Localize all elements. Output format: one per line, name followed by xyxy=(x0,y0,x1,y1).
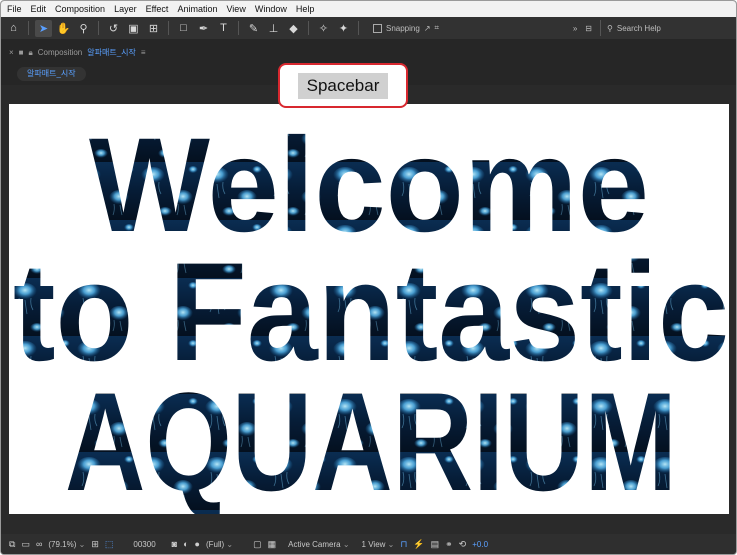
show-channel-icon[interactable]: ● xyxy=(195,539,200,549)
camera-view-dropdown[interactable]: Active Camera xyxy=(288,540,349,549)
fast-previews-icon[interactable]: ⚡ xyxy=(413,539,424,550)
viewer-control-bar: ⧉ ▭ ∞ (79.1%) ⊞ ⬚ 00300 ◙ ◐ ● (Full) ▢ ▦… xyxy=(1,534,736,554)
panel-menu-icon[interactable]: ≡ xyxy=(141,48,146,57)
eraser-tool-icon[interactable]: ◆ xyxy=(285,20,302,37)
menu-animation[interactable]: Animation xyxy=(177,1,217,17)
snap-edges-icon[interactable]: ↗ xyxy=(424,24,431,33)
tools-bar: ⌂ ➤ ✋ ⚲ ↺ ▣ ⊞ □ ✒ T ✎ ⊥ ◆ ✧ ✦ Snapping ↗… xyxy=(1,17,736,39)
panel-type-label: Composition xyxy=(37,48,83,57)
divider xyxy=(28,21,29,35)
spacebar-key-label: Spacebar xyxy=(297,72,389,99)
toggle-pixel-aspect-icon[interactable]: ⊓ xyxy=(400,539,407,550)
flowchart-icon[interactable]: ⚭ xyxy=(445,539,453,550)
search-help-field[interactable]: ⚲ Search Help xyxy=(600,20,730,36)
type-tool-icon[interactable]: T xyxy=(215,20,232,37)
expand-workspaces-icon[interactable]: » xyxy=(573,24,577,33)
lock-icon[interactable]: 🔒︎ xyxy=(29,48,33,58)
snap-features-icon[interactable]: ⌗ xyxy=(435,23,440,33)
menu-edit[interactable]: Edit xyxy=(31,1,47,17)
panel-color-icon: ■ xyxy=(18,48,24,57)
menu-layer[interactable]: Layer xyxy=(114,1,137,17)
headline: Welcome to Fantastic AQUARIUM xyxy=(13,111,729,514)
camera-tool-icon[interactable]: ▣ xyxy=(125,20,142,37)
snapping-toggle[interactable]: Snapping ↗ ⌗ xyxy=(373,23,439,33)
brush-tool-icon[interactable]: ✎ xyxy=(245,20,262,37)
clone-stamp-tool-icon[interactable]: ⊥ xyxy=(265,20,282,37)
headline-line-aquarium: AQUARIUM xyxy=(65,363,677,514)
snapshot-camera-icon[interactable]: ◙ xyxy=(172,539,177,549)
workspace-icon[interactable]: ⊟ xyxy=(585,24,592,33)
composition-viewer[interactable]: Welcome to Fantastic AQUARIUM xyxy=(9,104,729,514)
show-snapshot-icon[interactable]: ◐ xyxy=(183,539,188,549)
menu-effect[interactable]: Effect xyxy=(146,1,169,17)
menu-bar: File Edit Composition Layer Effect Anima… xyxy=(1,1,736,17)
pan-behind-tool-icon[interactable]: ⊞ xyxy=(145,20,162,37)
reset-exposure-icon[interactable]: ⟲ xyxy=(459,539,467,550)
vr-goggles-icon[interactable]: ∞ xyxy=(36,539,42,549)
transparency-grid-icon[interactable]: ▦ xyxy=(268,539,277,550)
search-help-placeholder: Search Help xyxy=(616,23,661,33)
rectangle-tool-icon[interactable]: □ xyxy=(175,20,192,37)
monitor-icon[interactable]: ▭ xyxy=(21,539,30,550)
menu-file[interactable]: File xyxy=(7,1,22,17)
divider xyxy=(358,21,359,35)
always-preview-icon[interactable]: ⧉ xyxy=(9,539,15,550)
pen-tool-icon[interactable]: ✒ xyxy=(195,20,212,37)
toolbar-right: » ⊟ ⚲ Search Help xyxy=(573,20,730,36)
menu-window[interactable]: Window xyxy=(255,1,287,17)
magnification-dropdown[interactable]: (79.1%) xyxy=(48,540,85,549)
divider xyxy=(308,21,309,35)
view-layout-dropdown[interactable]: 1 View xyxy=(362,540,395,549)
divider xyxy=(238,21,239,35)
resolution-dropdown[interactable]: (Full) xyxy=(206,540,233,549)
exposure-value[interactable]: +0.0 xyxy=(472,540,488,549)
composition-tab[interactable]: 알파매트_시작 xyxy=(17,67,86,81)
composition-name[interactable]: 알파매트_시작 xyxy=(87,47,136,58)
grid-guides-icon[interactable]: ⊞ xyxy=(91,539,99,550)
selection-tool-icon[interactable]: ➤ xyxy=(35,19,52,37)
timeline-icon[interactable]: ▤ xyxy=(431,539,440,550)
snapping-label: Snapping xyxy=(386,23,420,33)
zoom-tool-icon[interactable]: ⚲ xyxy=(75,20,92,37)
close-icon[interactable]: × xyxy=(9,48,14,57)
rotate-tool-icon[interactable]: ↺ xyxy=(105,20,122,37)
after-effects-window: File Edit Composition Layer Effect Anima… xyxy=(0,0,737,555)
menu-help[interactable]: Help xyxy=(296,1,315,17)
search-icon: ⚲ xyxy=(607,23,613,33)
divider xyxy=(98,21,99,35)
divider xyxy=(168,21,169,35)
home-icon[interactable]: ⌂ xyxy=(5,20,22,37)
roto-brush-tool-icon[interactable]: ✧ xyxy=(315,20,332,37)
panel-title-row: × ■ 🔒︎ Composition 알파매트_시작 ≡ xyxy=(9,47,146,58)
menu-composition[interactable]: Composition xyxy=(55,1,105,17)
snapping-checkbox[interactable] xyxy=(373,23,382,33)
current-time[interactable]: 00300 xyxy=(133,540,155,549)
menu-view[interactable]: View xyxy=(226,1,245,17)
spacebar-key-callout: Spacebar xyxy=(278,63,408,108)
hand-tool-icon[interactable]: ✋ xyxy=(55,20,72,37)
region-of-interest-icon[interactable]: ▢ xyxy=(253,539,262,550)
puppet-tool-icon[interactable]: ✦ xyxy=(335,20,352,37)
mask-visibility-icon[interactable]: ⬚ xyxy=(105,539,114,550)
alpha-matte-artwork: Welcome to Fantastic AQUARIUM xyxy=(13,111,729,514)
